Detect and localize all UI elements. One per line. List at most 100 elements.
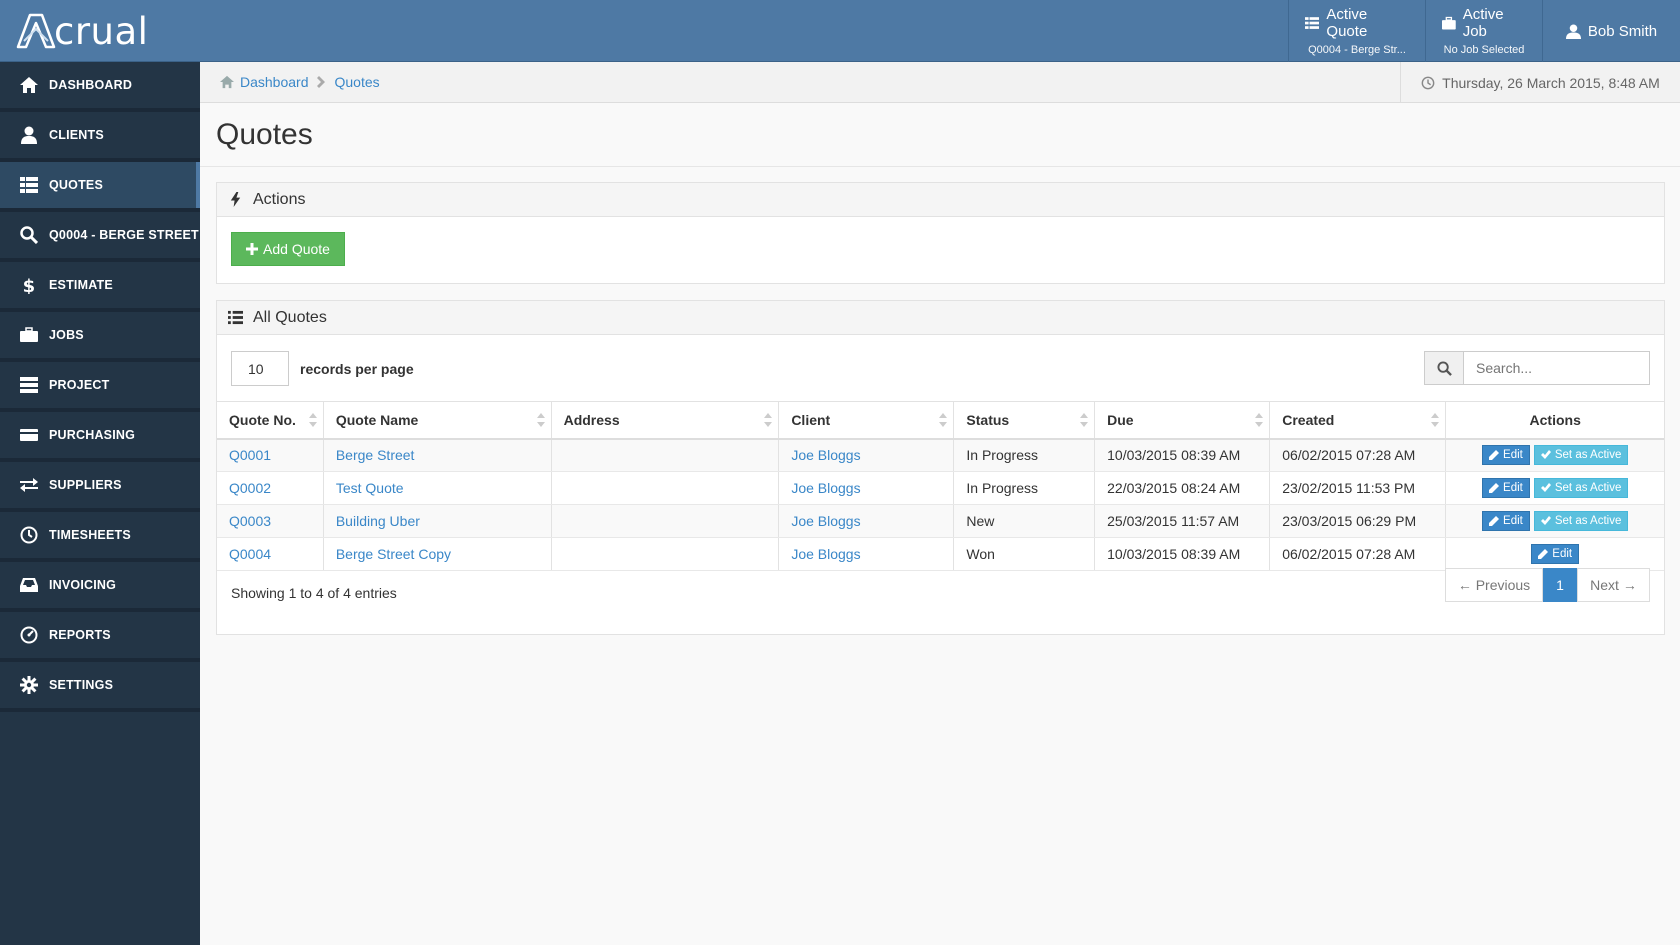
quote-created: 23/02/2015 11:53 PM <box>1269 471 1447 505</box>
sidebar-item-active-quote[interactable]: Q0004 - BERGE STREET COPY <box>0 212 200 262</box>
dollar-icon: $ <box>23 276 36 294</box>
sidebar-item-settings[interactable]: SETTINGS <box>0 662 200 712</box>
user-icon <box>21 126 37 144</box>
breadcrumb-bar: Dashboard Quotes Thursday, 26 March 2015… <box>200 62 1680 103</box>
logo[interactable]: crual <box>16 8 148 54</box>
sort-icon <box>1431 413 1440 427</box>
quote-name-link[interactable]: Berge Street <box>336 447 415 463</box>
credit-card-icon <box>20 429 38 441</box>
entries-info: Showing 1 to 4 of 4 entries <box>231 585 397 601</box>
add-quote-button[interactable]: Add Quote <box>231 232 345 266</box>
quote-address <box>551 438 780 472</box>
client-link[interactable]: Joe Bloggs <box>791 546 860 562</box>
table-header-row: Quote No. Quote Name Address Client Stat… <box>217 401 1664 440</box>
sidebar-item-label: INVOICING <box>49 578 117 592</box>
list-icon <box>1305 16 1320 29</box>
active-job-menu[interactable]: Active Job No Job Selected <box>1425 0 1542 62</box>
quote-due: 22/03/2015 08:24 AM <box>1094 471 1271 505</box>
search-input[interactable] <box>1464 351 1650 385</box>
column-header-due[interactable]: Due <box>1094 401 1271 440</box>
quote-address <box>551 504 780 538</box>
sidebar-item-timesheets[interactable]: TIMESHEETS <box>0 512 200 562</box>
active-job-value: No Job Selected <box>1443 44 1525 56</box>
sidebar-item-purchasing[interactable]: PURCHASING <box>0 412 200 462</box>
column-header-quote-name[interactable]: Quote Name <box>323 401 552 440</box>
pagination: ← Previous 1 Next → <box>1445 568 1650 602</box>
sidebar-item-label: SUPPLIERS <box>49 478 122 492</box>
edit-button[interactable]: Edit <box>1482 445 1530 466</box>
sidebar-item-estimate[interactable]: $ ESTIMATE <box>0 262 200 312</box>
column-header-address[interactable]: Address <box>551 401 780 440</box>
home-icon <box>220 75 234 89</box>
actions-panel-header: Actions <box>217 183 1664 217</box>
table-row: Q0003 Building Uber Joe Bloggs New 25/03… <box>217 504 1664 538</box>
svg-text:$: $ <box>23 276 36 294</box>
edit-button[interactable]: Edit <box>1482 511 1530 531</box>
quote-no-link[interactable]: Q0002 <box>229 480 271 496</box>
quote-address <box>551 537 780 571</box>
table-row: Q0001 Berge Street Joe Bloggs In Progres… <box>217 438 1664 472</box>
sort-icon <box>308 413 317 427</box>
quote-name-link[interactable]: Building Uber <box>336 513 420 529</box>
client-link[interactable]: Joe Bloggs <box>791 480 860 496</box>
quote-created: 23/03/2015 06:29 PM <box>1269 504 1447 538</box>
check-icon <box>1540 483 1551 492</box>
column-header-quote-no[interactable]: Quote No. <box>217 401 324 440</box>
quote-name-link[interactable]: Test Quote <box>336 480 404 496</box>
all-quotes-panel-header: All Quotes <box>217 301 1664 335</box>
logo-icon <box>16 13 56 49</box>
quote-status: In Progress <box>953 471 1096 505</box>
sort-icon <box>536 413 545 427</box>
sort-icon <box>764 413 773 427</box>
quote-no-link[interactable]: Q0001 <box>229 447 271 463</box>
page-1-button[interactable]: 1 <box>1543 568 1577 602</box>
user-menu[interactable]: Bob Smith <box>1542 0 1680 62</box>
column-header-status[interactable]: Status <box>953 401 1096 440</box>
quote-no-link[interactable]: Q0004 <box>229 546 271 562</box>
sidebar-item-label: QUOTES <box>49 178 103 192</box>
search-button[interactable] <box>1424 351 1464 385</box>
breadcrumb-dashboard-link[interactable]: Dashboard <box>240 74 309 90</box>
client-link[interactable]: Joe Bloggs <box>791 513 860 529</box>
sidebar-item-dashboard[interactable]: DASHBOARD <box>0 62 200 112</box>
sidebar-item-label: DASHBOARD <box>49 78 133 92</box>
table-row: Q0002 Test Quote Joe Bloggs In Progress … <box>217 471 1664 505</box>
inbox-icon <box>20 578 38 592</box>
pencil-icon <box>1489 483 1500 493</box>
quote-name-link[interactable]: Berge Street Copy <box>336 546 451 562</box>
set-as-active-button[interactable]: Set as Active <box>1533 445 1629 466</box>
active-quote-menu[interactable]: Active Quote Q0004 - Berge Str... <box>1288 0 1425 62</box>
edit-button[interactable]: Edit <box>1531 544 1580 564</box>
pencil-icon <box>1489 516 1500 526</box>
sidebar-item-suppliers[interactable]: SUPPLIERS <box>0 462 200 512</box>
breadcrumb-quotes-link[interactable]: Quotes <box>335 74 380 90</box>
all-quotes-panel-title: All Quotes <box>253 308 327 326</box>
active-quote-label: Active Quote <box>1326 6 1368 40</box>
datetime-text: Thursday, 26 March 2015, 8:48 AM <box>1442 74 1660 91</box>
quote-no-link[interactable]: Q0003 <box>229 513 271 529</box>
sidebar-item-reports[interactable]: REPORTS <box>0 612 200 662</box>
sidebar-item-label: TIMESHEETS <box>49 528 131 542</box>
column-header-client[interactable]: Client <box>778 401 955 440</box>
next-page-button[interactable]: Next → <box>1577 568 1650 602</box>
set-as-active-button[interactable]: Set as Active <box>1533 478 1629 498</box>
quote-status: Won <box>953 537 1096 571</box>
quote-address <box>551 471 780 505</box>
pencil-icon <box>1489 450 1500 461</box>
client-link[interactable]: Joe Bloggs <box>791 447 860 463</box>
sidebar-item-label: ESTIMATE <box>49 278 113 292</box>
records-per-page-select[interactable]: 10 <box>231 351 289 386</box>
column-header-created[interactable]: Created <box>1269 401 1447 440</box>
sidebar-item-quotes[interactable]: QUOTES <box>0 162 200 212</box>
sidebar-item-jobs[interactable]: JOBS <box>0 312 200 362</box>
sidebar-item-project[interactable]: PROJECT <box>0 362 200 412</box>
sidebar-item-invoicing[interactable]: INVOICING <box>0 562 200 612</box>
page-title: Quotes <box>216 118 313 151</box>
sidebar-item-clients[interactable]: CLIENTS <box>0 112 200 162</box>
active-job-label: Active Job <box>1462 6 1504 40</box>
title-divider <box>200 166 1680 167</box>
check-icon <box>1540 516 1551 525</box>
set-as-active-button[interactable]: Set as Active <box>1533 511 1629 531</box>
previous-page-button[interactable]: ← Previous <box>1445 568 1543 602</box>
edit-button[interactable]: Edit <box>1482 478 1530 498</box>
